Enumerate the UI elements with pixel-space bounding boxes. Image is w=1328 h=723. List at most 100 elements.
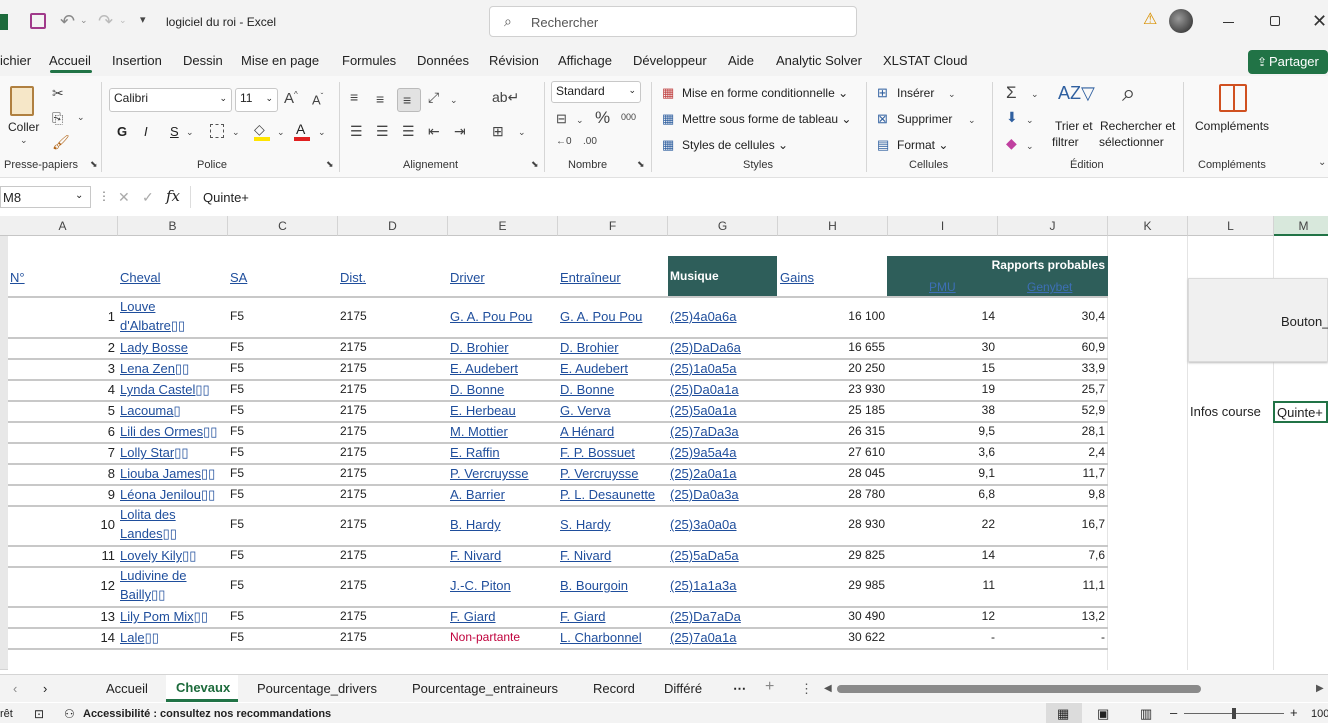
trainer-cell[interactable]: F. P. Bossuet bbox=[560, 445, 666, 460]
autosum-dropdown-icon[interactable]: ⌄ bbox=[1031, 90, 1039, 99]
accounting-dropdown-icon[interactable]: ⌄ bbox=[576, 116, 584, 125]
format-cells-icon[interactable]: ▤ bbox=[877, 138, 889, 151]
selected-cell-m8[interactable]: Quinte+ bbox=[1273, 401, 1328, 423]
borders-dropdown-icon[interactable]: ⌄ bbox=[232, 128, 240, 137]
select-all-corner[interactable] bbox=[0, 216, 8, 236]
align-center-icon[interactable]: ☰ bbox=[376, 124, 389, 138]
col-header-f[interactable]: F bbox=[558, 216, 668, 236]
cell-styles-icon[interactable]: ▦ bbox=[662, 138, 674, 151]
merge-center-icon[interactable]: ⊞ bbox=[492, 124, 504, 138]
horse-name[interactable]: Ludivine de bbox=[120, 568, 226, 583]
addins-icon[interactable] bbox=[1219, 84, 1247, 112]
delete-cells-button[interactable]: Supprimer bbox=[897, 112, 952, 126]
align-top-icon[interactable]: ≡ bbox=[350, 90, 358, 104]
tab-home[interactable]: Accueil bbox=[49, 53, 91, 68]
col-header-a[interactable]: A bbox=[8, 216, 118, 236]
add-sheet-icon[interactable]: + bbox=[765, 678, 774, 696]
col-header-k[interactable]: K bbox=[1108, 216, 1188, 236]
align-bottom-button[interactable]: ≡ bbox=[397, 88, 421, 112]
trainer-cell[interactable]: A Hénard bbox=[560, 424, 666, 439]
trainer-cell[interactable]: S. Hardy bbox=[560, 517, 666, 532]
bold-button[interactable]: G bbox=[117, 124, 127, 139]
align-right-icon[interactable]: ☰ bbox=[402, 124, 415, 138]
header-driver[interactable]: Driver bbox=[450, 270, 485, 285]
col-header-c[interactable]: C bbox=[228, 216, 338, 236]
cut-icon[interactable]: ✂ bbox=[52, 86, 64, 100]
sheet-tab-pourcentage-entraineurs[interactable]: Pourcentage_entraineurs bbox=[412, 681, 558, 696]
musique-cell[interactable]: (25)Da0a3a bbox=[670, 487, 776, 502]
driver-cell[interactable]: F. Nivard bbox=[450, 548, 556, 563]
font-color-dropdown-icon[interactable]: ⌄ bbox=[318, 128, 326, 137]
tab-analytic-solver[interactable]: Analytic Solver bbox=[776, 53, 862, 68]
musique-cell[interactable]: (25)Da0a1a bbox=[670, 382, 776, 397]
header-pmu[interactable]: PMU bbox=[929, 280, 956, 294]
avatar[interactable] bbox=[1169, 9, 1193, 33]
horse-name[interactable]: Lili des Ormes▯▯ bbox=[120, 424, 226, 440]
addins-button-label[interactable]: Compléments bbox=[1195, 119, 1269, 133]
insert-cells-button[interactable]: Insérer bbox=[897, 86, 934, 100]
find-select-label-2[interactable]: sélectionner bbox=[1099, 135, 1164, 149]
musique-cell[interactable]: (25)DaDa6a bbox=[670, 340, 776, 355]
header-entraineur[interactable]: Entraîneur bbox=[560, 270, 621, 285]
maximize-icon[interactable] bbox=[1270, 16, 1280, 26]
col-header-e[interactable]: E bbox=[448, 216, 558, 236]
accessibility-status[interactable]: Accessibilité : consultez nos recommanda… bbox=[83, 708, 331, 720]
tab-formulas[interactable]: Formules bbox=[342, 53, 396, 68]
insert-cells-icon[interactable]: ⊞ bbox=[877, 86, 888, 99]
tab-page-layout[interactable]: Mise en page bbox=[241, 53, 319, 68]
horizontal-scrollbar-thumb[interactable] bbox=[837, 685, 1201, 693]
col-header-g[interactable]: G bbox=[668, 216, 778, 236]
header-genybet[interactable]: Genybet bbox=[1027, 280, 1072, 294]
underline-dropdown-icon[interactable]: ⌄ bbox=[186, 128, 194, 137]
trainer-cell[interactable]: F. Nivard bbox=[560, 548, 666, 563]
paste-dropdown-icon[interactable]: ⌄ bbox=[20, 136, 28, 145]
col-header-h[interactable]: H bbox=[778, 216, 888, 236]
zoom-in-icon[interactable]: + bbox=[1290, 705, 1298, 720]
bouton-button[interactable]: Bouton_ bbox=[1188, 278, 1328, 362]
sort-filter-label-2[interactable]: filtrer bbox=[1052, 135, 1079, 149]
header-dist[interactable]: Dist. bbox=[340, 270, 366, 285]
horse-name[interactable]: Léona Jenilou▯▯ bbox=[120, 487, 226, 503]
clear-icon[interactable]: ◆ bbox=[1006, 136, 1017, 150]
undo-dropdown-icon[interactable]: ⌄ bbox=[80, 16, 88, 25]
spreadsheet-grid[interactable]: A B C D E F G H I J K L M N° Cheval SA D… bbox=[0, 216, 1328, 670]
header-sa[interactable]: SA bbox=[230, 270, 247, 285]
tab-data[interactable]: Données bbox=[417, 53, 469, 68]
driver-cell[interactable]: J.-C. Piton bbox=[450, 578, 556, 593]
zoom-slider-thumb[interactable] bbox=[1232, 708, 1236, 719]
next-sheet-icon[interactable]: › bbox=[43, 681, 47, 696]
sort-filter-label-1[interactable]: Trier et bbox=[1055, 119, 1093, 133]
italic-button[interactable]: I bbox=[144, 124, 148, 139]
alignment-launcher-icon[interactable]: ⬊ bbox=[531, 160, 539, 169]
musique-cell[interactable]: (25)Da7aDa bbox=[670, 609, 776, 624]
trainer-cell[interactable]: D. Bonne bbox=[560, 382, 666, 397]
musique-cell[interactable]: (25)9a5a4a bbox=[670, 445, 776, 460]
format-painter-icon[interactable]: 🖌 bbox=[52, 135, 70, 149]
page-layout-icon[interactable]: ▣ bbox=[1097, 706, 1109, 722]
search-box[interactable]: ⌕ Rechercher bbox=[489, 6, 857, 37]
accounting-format-icon[interactable]: ⊟ bbox=[556, 112, 567, 125]
insert-function-button[interactable]: fx bbox=[166, 187, 180, 205]
fill-dropdown-icon[interactable]: ⌄ bbox=[1026, 116, 1034, 125]
tab-developer[interactable]: Développeur bbox=[633, 53, 707, 68]
format-table-icon[interactable]: ▦ bbox=[662, 112, 674, 125]
driver-cell[interactable]: D. Bonne bbox=[450, 382, 556, 397]
header-cheval[interactable]: Cheval bbox=[120, 270, 160, 285]
thousands-separator-icon[interactable]: 000 bbox=[621, 113, 636, 122]
header-num[interactable]: N° bbox=[10, 270, 25, 285]
horse-name[interactable]: Lovely Kily▯▯ bbox=[120, 548, 226, 564]
copy-dropdown-icon[interactable]: ⌄ bbox=[77, 113, 85, 122]
trainer-cell[interactable]: F. Giard bbox=[560, 609, 666, 624]
align-middle-icon[interactable]: ≡ bbox=[376, 92, 384, 106]
musique-cell[interactable]: (25)2a0a1a bbox=[670, 466, 776, 481]
musique-cell[interactable]: (25)1a0a5a bbox=[670, 361, 776, 376]
trainer-cell[interactable]: G. Verva bbox=[560, 403, 666, 418]
driver-cell[interactable]: F. Giard bbox=[450, 609, 556, 624]
horse-name-line2[interactable]: Bailly▯▯ bbox=[120, 587, 226, 603]
horse-name[interactable]: Lacouma▯ bbox=[120, 403, 226, 419]
options-icon[interactable]: ⋮ bbox=[800, 681, 813, 697]
wrap-text-icon[interactable]: ab↵ bbox=[492, 90, 519, 104]
trainer-cell[interactable]: P. L. Desaunette bbox=[560, 487, 666, 502]
scroll-left-icon[interactable]: ◀ bbox=[824, 683, 832, 694]
sheet-tab-accueil[interactable]: Accueil bbox=[106, 681, 148, 696]
